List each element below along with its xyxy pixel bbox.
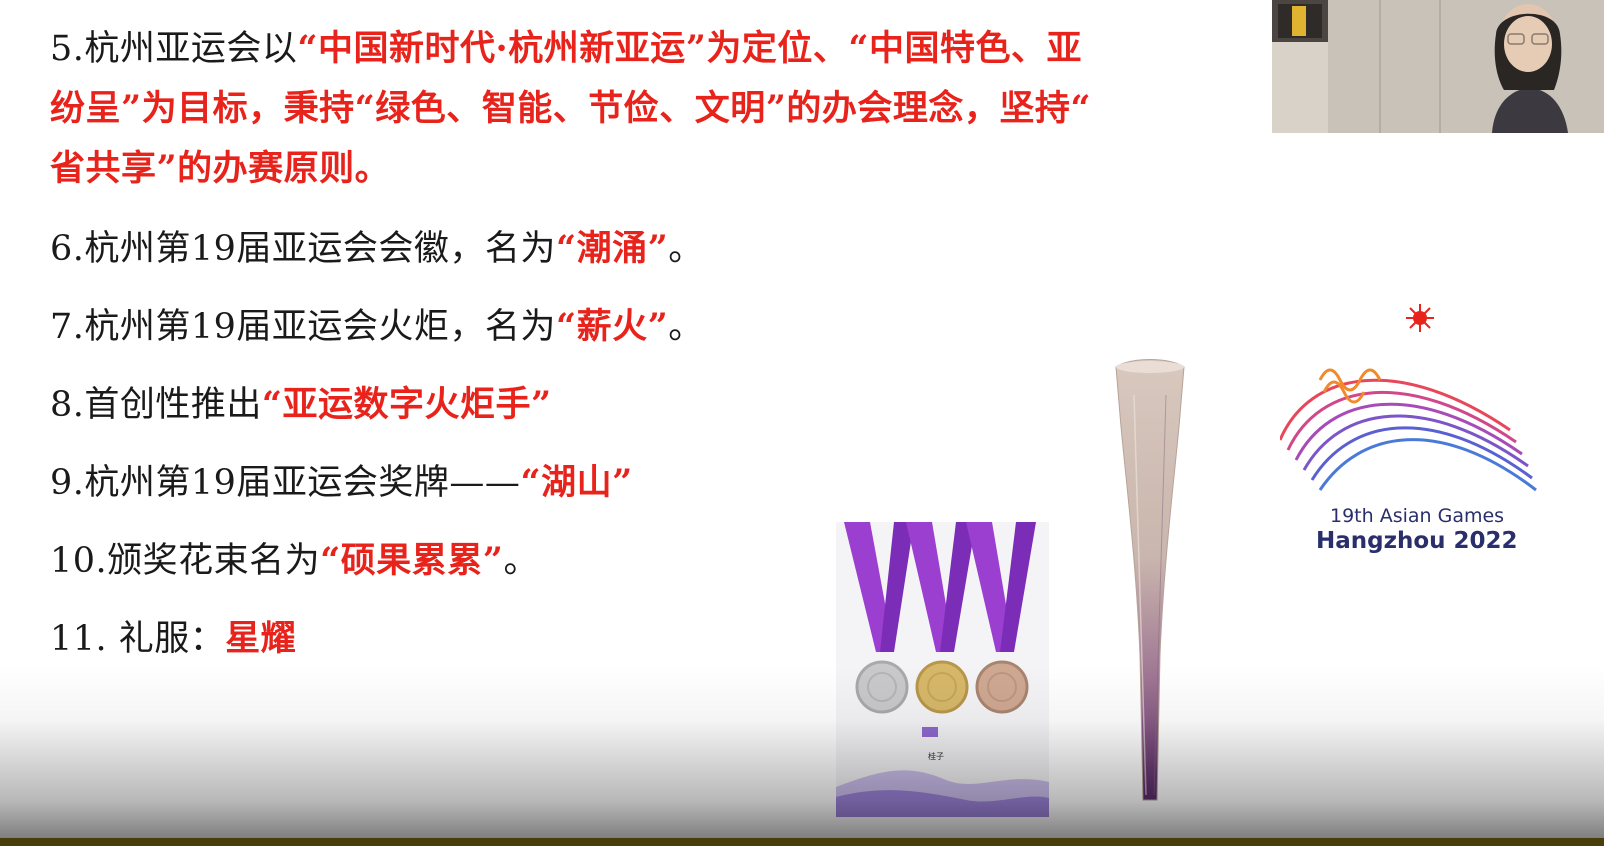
slide-item-3: 省共享”的办赛原则。 (50, 138, 390, 200)
medals-row (855, 660, 1029, 714)
highlight-text: 星耀 (225, 618, 297, 659)
logo-line-1: 19th Asian Games (1330, 505, 1505, 527)
slide-item-1: 5.杭州亚运会以“中国新时代·杭州新亚运”为定位、“中国特色、亚 (50, 18, 1082, 80)
slide-item-2: 纷呈”为目标，秉持“绿色、智能、节俭、文明”的办会理念，坚持“ (50, 78, 1091, 140)
highlight-text: “亚运数字火炬手” (261, 384, 552, 425)
poster-caption: 桂子 (928, 751, 944, 761)
torch-image (1115, 359, 1185, 801)
highlight-text: “中国新时代·杭州新亚运”为定位、“中国特色、亚 (297, 28, 1082, 69)
bottom-bar (0, 838, 1604, 846)
logo-line-2: Hangzhou 2022 (1316, 528, 1518, 554)
body-text: 。 (668, 307, 704, 347)
slide-item-5: 7.杭州第19届亚运会火炬，名为“薪火”。 (50, 296, 704, 358)
webcam-feed (1272, 0, 1604, 133)
highlight-text: “薪火” (555, 306, 669, 347)
highlight-text: 纷呈”为目标，秉持“绿色、智能、节俭、文明”的办会理念，坚持“ (50, 88, 1092, 129)
body-text: 7.杭州第19届亚运会火炬，名为 (50, 307, 556, 347)
medals-image: 桂子 (836, 522, 1049, 817)
body-text: 8.首创性推出 (50, 385, 262, 425)
slide-item-4: 6.杭州第19届亚运会会徽，名为“潮涌”。 (50, 218, 704, 280)
highlight-text: 省共享”的办赛原则。 (50, 148, 391, 189)
logo-arcs (1280, 378, 1537, 492)
slide-item-9: 11. 礼服：星耀 (50, 608, 296, 670)
body-text: 9.杭州第19届亚运会奖牌—— (50, 463, 521, 503)
body-text: 。 (668, 229, 704, 269)
body-text: 6.杭州第19届亚运会会徽，名为 (50, 229, 556, 269)
slide-item-8: 10.颁奖花束名为“硕果累累”。 (50, 530, 539, 592)
highlight-text: “湖山” (520, 462, 633, 503)
webcam-video (1272, 0, 1604, 133)
slide-item-6: 8.首创性推出“亚运数字火炬手” (50, 374, 552, 436)
body-text: 。 (503, 541, 539, 581)
highlight-text: “潮涌” (555, 228, 669, 269)
poster-emblem (922, 727, 938, 737)
slide-item-7: 9.杭州第19届亚运会奖牌——“湖山” (50, 452, 633, 514)
body-text: 11. 礼服： (50, 619, 226, 659)
body-text: 10.颁奖花束名为 (50, 541, 321, 581)
body-text: 5.杭州亚运会以 (50, 29, 298, 69)
sun-rays (1406, 304, 1434, 332)
highlight-text: “硕果累累” (320, 540, 504, 581)
